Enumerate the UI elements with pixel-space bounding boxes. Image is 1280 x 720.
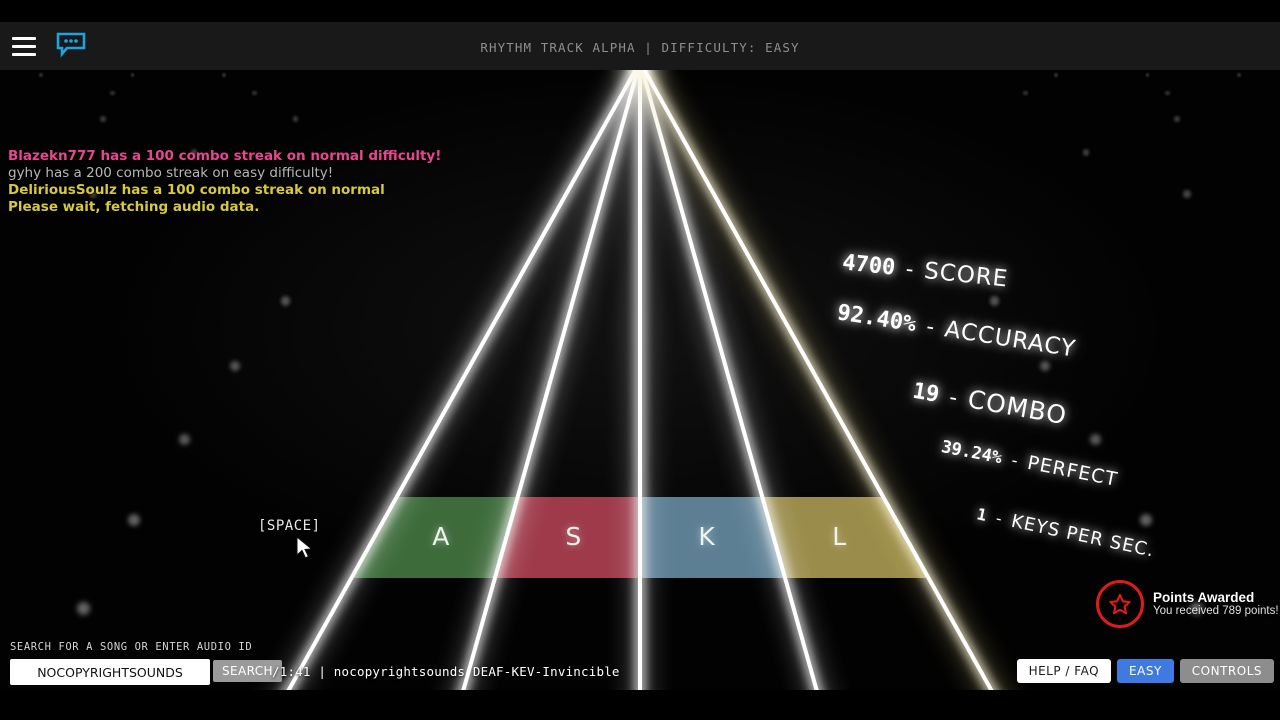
key-label-a[interactable]: A (375, 518, 507, 554)
stat-value: 39.24% (939, 437, 1004, 469)
stat-keys-per-sec: 1- KEYS PER SEC. (975, 503, 1157, 562)
bottom-button-group: HELP / FAQ EASY CONTROLS (1016, 659, 1274, 683)
stat-label: SCORE (922, 257, 1010, 293)
stat-label: ACCURACY (942, 316, 1078, 363)
star-award-icon (1096, 580, 1144, 628)
mouse-pointer-icon (296, 535, 314, 565)
stat-accuracy: 92.40% - ACCURACY (835, 299, 1077, 362)
key-letter: A (432, 521, 450, 551)
bottom-black-bar (0, 690, 1280, 720)
stat-separator: - (944, 384, 963, 412)
points-text: Points Awarded You received 789 points! (1153, 590, 1279, 619)
stat-value: 4700 (841, 250, 897, 281)
stat-score: 4700- SCORE (841, 249, 1009, 292)
stat-value: 19 (910, 378, 942, 408)
stat-separator: - (1007, 450, 1022, 472)
stat-label: PERFECT (1025, 451, 1120, 491)
track-info: /1:41 | nocopyrightsounds DEAF-KEV-Invin… (272, 664, 620, 679)
lane-divider-2 (638, 62, 642, 720)
stats-panel: 4700- SCORE 92.40% - ACCURACY 19- COMBO 39.24% -… (790, 240, 1280, 600)
key-label-k[interactable]: K (640, 518, 773, 554)
stat-perfect: 39.24% - PERFECT (940, 435, 1120, 491)
help-button[interactable]: HELP / FAQ (1016, 659, 1112, 683)
stat-separator: - (921, 313, 939, 341)
stat-value: 92.40% (835, 300, 918, 338)
page-title: RHYTHM TRACK ALPHA | DIFFICULTY: EASY (480, 40, 800, 55)
stat-combo: 19- COMBO (911, 375, 1070, 431)
easy-button[interactable]: EASY (1117, 659, 1174, 683)
top-black-bar (0, 0, 1280, 22)
stat-separator: - (901, 256, 918, 283)
key-letter: S (565, 521, 582, 551)
chat-message: DeliriousSoulz has a 100 combo streak on… (8, 182, 385, 198)
points-subtitle: You received 789 points! (1153, 605, 1279, 618)
chat-feed: Blazekn777 has a 100 combo streak on nor… (8, 148, 508, 216)
chat-message: gyhy has a 200 combo streak on easy diff… (8, 165, 334, 181)
search-input[interactable] (10, 659, 210, 685)
chat-message: Blazekn777 has a 100 combo streak on nor… (8, 148, 442, 164)
space-key-label: [SPACE] (258, 518, 321, 534)
points-title: Points Awarded (1153, 589, 1255, 605)
stat-label: COMBO (965, 384, 1070, 431)
search-label: SEARCH FOR A SONG OR ENTER AUDIO ID (10, 641, 253, 653)
key-label-s[interactable]: S (507, 518, 640, 554)
stat-label: KEYS PER SEC. (1009, 510, 1157, 562)
points-awarded-badge: Points Awarded You received 789 points! (1096, 580, 1279, 628)
key-letter: K (698, 521, 715, 551)
chat-message: Please wait, fetching audio data. (8, 199, 260, 215)
game-screen: ASKL [SPACE] Blazekn777 has a 100 combo … (0, 0, 1280, 720)
controls-button[interactable]: CONTROLS (1179, 659, 1274, 683)
